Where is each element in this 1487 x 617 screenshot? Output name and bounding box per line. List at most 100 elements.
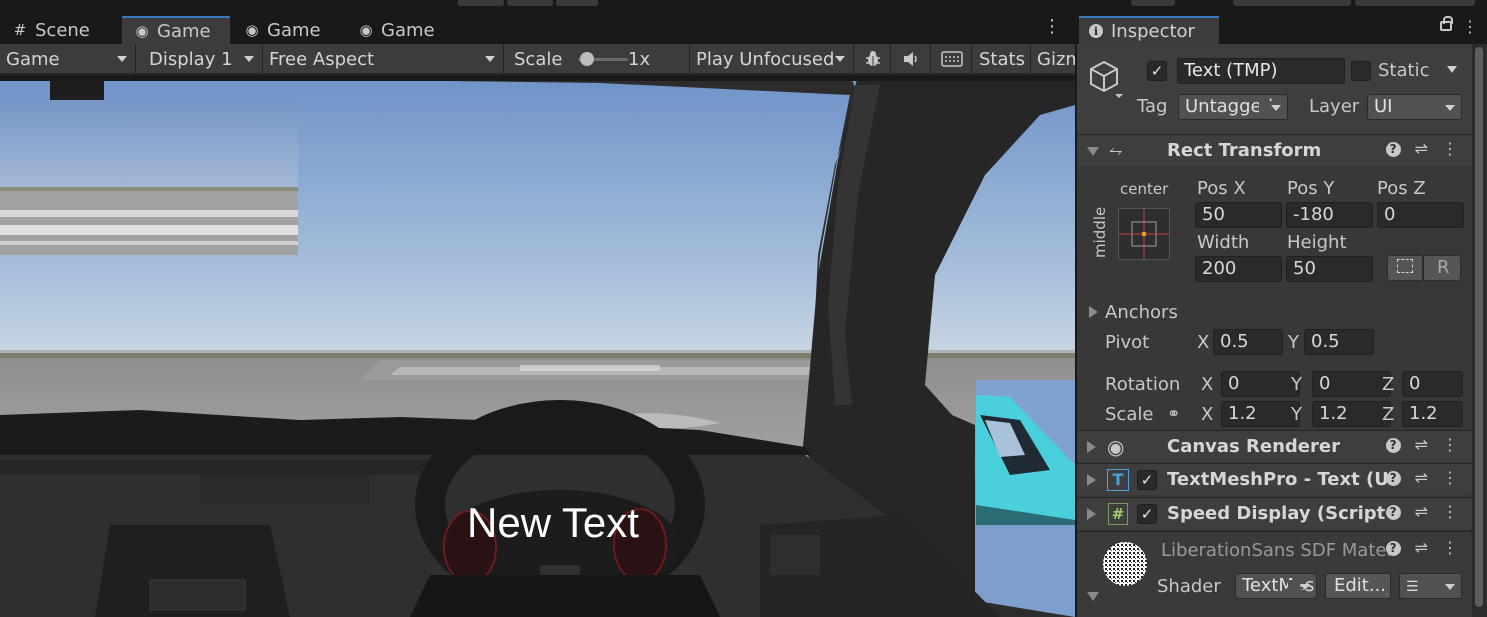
textmeshpro-header[interactable]: T ✓ TextMeshPro - Text (UI) ? ⇌ ⋮ bbox=[1077, 463, 1472, 495]
stats-label: Stats bbox=[979, 48, 1025, 70]
debug-bug-button[interactable] bbox=[855, 44, 891, 74]
raw-edit-button[interactable]: R bbox=[1423, 255, 1461, 281]
play-mode-dropdown[interactable]: Play Unfocused bbox=[690, 44, 854, 74]
anchor-crosshair-icon bbox=[1119, 209, 1169, 259]
tag-value: Untagged bbox=[1185, 96, 1274, 117]
mute-audio-button[interactable] bbox=[893, 44, 931, 74]
height-field[interactable]: 50 bbox=[1286, 256, 1373, 282]
shader-options-dropdown[interactable]: ☰ bbox=[1399, 573, 1462, 599]
tab-game-2[interactable]: ◉ Game bbox=[232, 16, 344, 44]
anchor-presets-button[interactable] bbox=[1118, 208, 1170, 260]
height-label: Height bbox=[1287, 232, 1347, 253]
presets-sliders-icon[interactable]: ⇌ bbox=[1415, 504, 1428, 520]
blueprint-mode-button[interactable] bbox=[1387, 255, 1423, 281]
scale-label: Scale bbox=[514, 48, 563, 70]
gameobject-cube-icon[interactable] bbox=[1087, 58, 1125, 98]
component-menu-kebab-icon[interactable]: ⋮ bbox=[1442, 141, 1458, 157]
pause-button[interactable] bbox=[507, 0, 553, 6]
play-button[interactable] bbox=[458, 0, 504, 6]
material-preview-sphere-icon[interactable] bbox=[1101, 540, 1149, 588]
speed-display-script-header[interactable]: # ✓ Speed Display (Script) ? ⇌ ⋮ bbox=[1077, 497, 1472, 529]
presets-sliders-icon[interactable]: ⇌ bbox=[1415, 540, 1428, 556]
anchors-foldout-icon[interactable] bbox=[1089, 306, 1098, 318]
layer-dropdown[interactable]: UI bbox=[1367, 94, 1462, 120]
account-button[interactable] bbox=[1131, 0, 1175, 6]
component-enabled-checkbox[interactable]: ✓ bbox=[1137, 504, 1157, 524]
presets-sliders-icon[interactable]: ⇌ bbox=[1415, 470, 1428, 486]
pos-z-field[interactable]: 0 bbox=[1377, 202, 1464, 228]
static-checkbox[interactable] bbox=[1351, 61, 1371, 81]
chevron-down-icon bbox=[835, 56, 845, 62]
anchors-label[interactable]: Anchors bbox=[1105, 302, 1178, 323]
rotation-x-field[interactable]: 0 bbox=[1221, 371, 1300, 397]
tab-scene[interactable]: # Scene bbox=[0, 16, 120, 44]
help-icon[interactable]: ? bbox=[1385, 437, 1401, 453]
gizmos-button[interactable]: Gizmos bbox=[1031, 44, 1075, 74]
shader-dropdown[interactable]: TextMeshPro/Mobile/Distance Field bbox=[1235, 573, 1317, 599]
component-title: Speed Display (Script) bbox=[1167, 503, 1387, 524]
aspect-dropdown[interactable]: Free Aspect bbox=[263, 44, 504, 74]
help-icon[interactable]: ? bbox=[1385, 540, 1401, 556]
presets-sliders-icon[interactable]: ⇌ bbox=[1415, 141, 1428, 157]
game-viewport[interactable]: New Text bbox=[0, 75, 1075, 617]
speaker-icon bbox=[903, 52, 917, 66]
layers-dropdown[interactable] bbox=[1233, 0, 1351, 6]
static-dropdown-chevron-icon[interactable] bbox=[1447, 66, 1457, 73]
scale-slider-knob[interactable] bbox=[580, 52, 594, 66]
pivot-y-field[interactable]: 0.5 bbox=[1304, 329, 1374, 355]
inspector-scrollbar[interactable] bbox=[1471, 44, 1487, 617]
layer-value: UI bbox=[1374, 96, 1393, 117]
material-menu-kebab-icon[interactable]: ⋮ bbox=[1442, 540, 1458, 556]
pivot-x-field[interactable]: 0.5 bbox=[1213, 329, 1283, 355]
inspector-menu-kebab-icon[interactable]: ⋮ bbox=[1462, 19, 1478, 35]
component-menu-kebab-icon[interactable]: ⋮ bbox=[1442, 437, 1458, 453]
scale-y-label: Y bbox=[1291, 404, 1302, 425]
scrollbar-thumb[interactable] bbox=[1475, 47, 1483, 607]
scale-x-field[interactable]: 1.2 bbox=[1221, 401, 1300, 427]
gameobject-name-field[interactable]: Text (TMP) bbox=[1177, 58, 1345, 84]
pos-y-field[interactable]: -180 bbox=[1286, 202, 1373, 228]
rect-transform-header[interactable]: ⥊ Rect Transform ? ⇌ ⋮ bbox=[1077, 134, 1472, 166]
rotation-z-field[interactable]: 0 bbox=[1402, 371, 1463, 397]
scale-y-field[interactable]: 1.2 bbox=[1312, 401, 1391, 427]
help-icon[interactable]: ? bbox=[1385, 141, 1401, 157]
width-field[interactable]: 200 bbox=[1195, 256, 1282, 282]
constrain-proportions-link-icon[interactable]: ⚭ bbox=[1167, 404, 1180, 423]
gameobject-active-checkbox[interactable]: ✓ bbox=[1147, 61, 1167, 81]
scale-control[interactable]: Scale 1x bbox=[508, 44, 690, 74]
step-button[interactable] bbox=[556, 0, 598, 6]
help-icon[interactable]: ? bbox=[1385, 504, 1401, 520]
tab-inspector[interactable]: i Inspector bbox=[1079, 16, 1219, 44]
help-icon[interactable]: ? bbox=[1385, 470, 1401, 486]
canvas-renderer-header[interactable]: ◉ Canvas Renderer ? ⇌ ⋮ bbox=[1077, 430, 1472, 462]
gizmos-label: Gizmos bbox=[1037, 48, 1075, 70]
display-dropdown[interactable]: Display 1 bbox=[143, 44, 263, 74]
tag-dropdown[interactable]: Untagged bbox=[1178, 94, 1288, 120]
foldout-closed-icon[interactable] bbox=[1087, 474, 1096, 486]
game-dropdown[interactable]: Game bbox=[0, 44, 136, 74]
scale-z-field[interactable]: 1.2 bbox=[1402, 401, 1463, 427]
component-header-icons: ? ⇌ ⋮ bbox=[1385, 470, 1458, 486]
gamepad-icon: ◉ bbox=[359, 21, 373, 39]
rotation-y-label: Y bbox=[1291, 374, 1302, 395]
stats-button[interactable]: Stats bbox=[973, 44, 1031, 74]
rotation-y-field[interactable]: 0 bbox=[1312, 371, 1391, 397]
hash-icon: # bbox=[13, 21, 27, 39]
shortcuts-button[interactable] bbox=[932, 44, 972, 74]
foldout-closed-icon[interactable] bbox=[1087, 441, 1096, 453]
component-enabled-checkbox[interactable]: ✓ bbox=[1137, 470, 1157, 490]
lock-icon[interactable] bbox=[1440, 16, 1453, 31]
layout-dropdown[interactable] bbox=[1355, 0, 1475, 6]
presets-sliders-icon[interactable]: ⇌ bbox=[1415, 437, 1428, 453]
tab-game-3[interactable]: ◉ Game bbox=[346, 16, 458, 44]
component-menu-kebab-icon[interactable]: ⋮ bbox=[1442, 504, 1458, 520]
foldout-open-icon[interactable] bbox=[1087, 147, 1099, 156]
foldout-closed-icon[interactable] bbox=[1087, 508, 1096, 520]
pos-x-field[interactable]: 50 bbox=[1195, 202, 1282, 228]
material-foldout-open-icon[interactable] bbox=[1087, 592, 1099, 601]
tab-game-active[interactable]: ◉ Game bbox=[122, 16, 230, 44]
blueprint-icon bbox=[1397, 259, 1413, 273]
shader-edit-button[interactable]: Edit... bbox=[1325, 573, 1391, 599]
component-menu-kebab-icon[interactable]: ⋮ bbox=[1442, 470, 1458, 486]
panel-menu-kebab-icon[interactable]: ⋮ bbox=[1043, 18, 1061, 36]
